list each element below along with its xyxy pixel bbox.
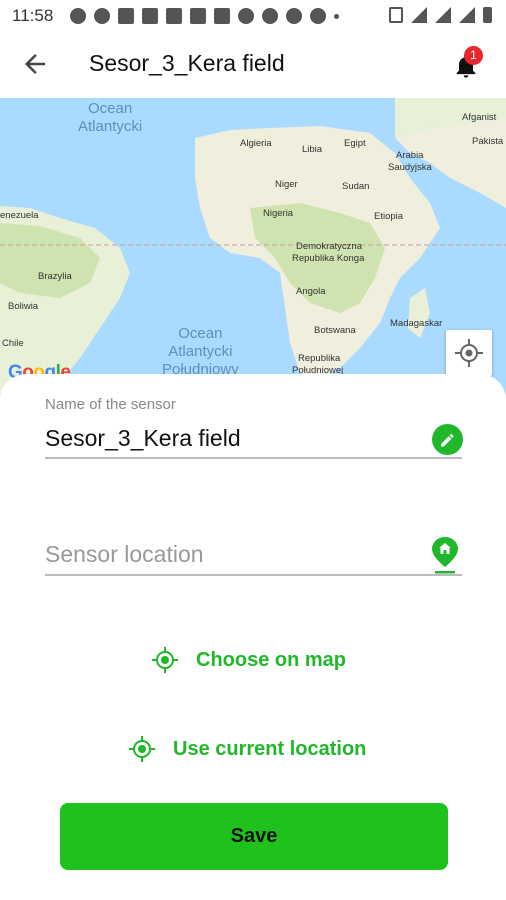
map-label-ocean-north-2: Atlantycki [78, 118, 143, 135]
map-label-angola: Angola [296, 286, 326, 297]
status-notification-icons [70, 8, 339, 24]
warning-icon [142, 8, 158, 24]
mail-icon [190, 8, 206, 24]
map-label-arabia-1: Arabia [396, 150, 424, 161]
choose-on-map-button[interactable]: Choose on map [150, 645, 346, 675]
choose-on-map-label: Choose on map [196, 648, 347, 671]
sensor-name-input[interactable]: Sesor_3_Kera field [45, 425, 241, 452]
map-label-nigeria: Nigeria [263, 208, 294, 219]
nfc-icon [389, 7, 403, 23]
edit-name-button[interactable] [432, 424, 463, 455]
map-label-drc-1: Demokratyczna [296, 241, 362, 252]
map-label-arabia-2: Saudyjska [388, 162, 432, 173]
map-label-madagaskar: Madagaskar [390, 318, 443, 329]
map-label-wenezuela: enezuela [0, 210, 39, 221]
arrow-left-icon [25, 54, 45, 74]
more-dot-icon [334, 14, 339, 19]
chrome-icon-5 [310, 8, 326, 24]
chrome-icon-4 [286, 8, 302, 24]
map-label-boliwia: Boliwia [8, 301, 39, 312]
map-view[interactable]: Ocean Atlantycki Ocean Atlantycki Połudn… [0, 98, 506, 398]
save-button[interactable]: Save [60, 803, 448, 870]
map-label-brazylia: Brazylia [38, 271, 72, 282]
calendar-icon [118, 8, 134, 24]
sensor-location-underline [45, 574, 462, 576]
my-location-icon [455, 339, 483, 367]
use-current-location-label: Use current location [173, 737, 367, 760]
map-label-drc-2: Republika Konga [292, 253, 365, 264]
map-label-botswana: Botswana [314, 325, 356, 336]
sensor-location-input[interactable]: Sensor location [45, 541, 204, 568]
map-label-etiopia: Etiopia [374, 211, 404, 222]
chrome-icon-3 [262, 8, 278, 24]
signal-icon-2 [459, 7, 475, 23]
my-location-button[interactable] [446, 330, 492, 376]
map-label-libia: Libia [302, 144, 323, 155]
chrome-icon [70, 8, 86, 24]
status-system-icons [389, 7, 492, 23]
crosshair-icon [129, 736, 155, 762]
pencil-icon [441, 434, 454, 447]
mail-icon-2 [214, 8, 230, 24]
map-label-ocean-north: Ocean Atlantycki [78, 100, 142, 136]
save-button-label: Save [230, 825, 278, 847]
location-pin-button[interactable] [430, 535, 460, 575]
map-label-sudan: Sudan [342, 181, 370, 192]
status-time: 11:58 [12, 6, 54, 25]
chat-icon [94, 8, 110, 24]
notification-badge: 1 [464, 46, 483, 65]
back-button[interactable] [20, 49, 50, 79]
home-pin-icon [432, 537, 458, 574]
app-bar: Sesor_3_Kera field 1 [0, 32, 506, 98]
chrome-icon-2 [238, 8, 254, 24]
use-current-location-button[interactable]: Use current location [127, 734, 366, 764]
battery-icon [483, 7, 492, 23]
crosshair-icon [152, 647, 178, 673]
map-label-pakistan: Pakista [472, 136, 504, 147]
page-title: Sesor_3_Kera field [89, 50, 285, 76]
map-label-niger: Niger [275, 179, 298, 190]
map-label-algieria: Algieria [240, 138, 272, 149]
sensor-name-label: Name of the sensor [45, 396, 176, 413]
signal-icon [435, 7, 451, 23]
map-label-ocean-south-1: Ocean [178, 325, 223, 342]
map-label-ocean-south-2: Atlantycki [168, 343, 233, 360]
map-label-egipt: Egipt [344, 138, 366, 149]
map-label-ocean-south: Ocean Atlantycki Południowy [162, 325, 239, 379]
map-label-chile: Chile [2, 338, 24, 349]
map-label-rpa-1: Republika [298, 353, 341, 364]
sensor-name-underline [45, 457, 462, 459]
status-bar: 11:58 [0, 0, 506, 32]
map-label-ocean-north-1: Ocean [88, 100, 133, 117]
map-label-afganistan: Afganist [462, 112, 497, 123]
wifi-icon [411, 7, 427, 23]
missed-call-icon [166, 8, 182, 24]
